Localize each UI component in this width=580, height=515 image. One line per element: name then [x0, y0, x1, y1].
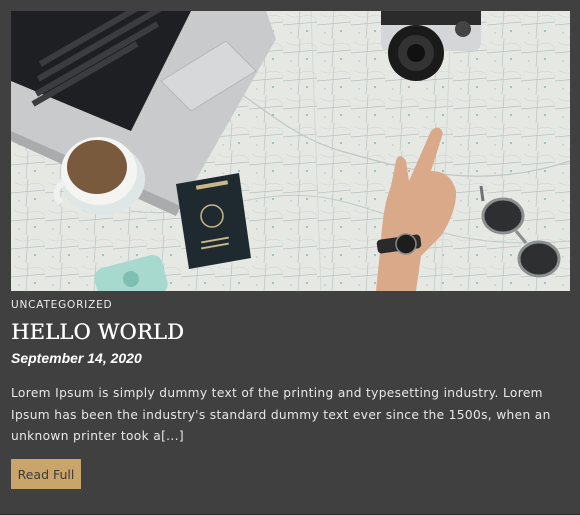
- post-title[interactable]: HELLO WORLD: [11, 318, 184, 346]
- post-card: Uncategorized HELLO WORLD September 14, …: [0, 0, 580, 515]
- post-category[interactable]: Uncategorized: [11, 299, 112, 311]
- post-date: September 14, 2020: [11, 350, 142, 366]
- featured-image[interactable]: [11, 11, 570, 291]
- read-full-button[interactable]: Read Full: [11, 459, 81, 489]
- passport-illustration: [176, 173, 251, 269]
- post-excerpt: Lorem Ipsum is simply dummy text of the …: [11, 386, 551, 443]
